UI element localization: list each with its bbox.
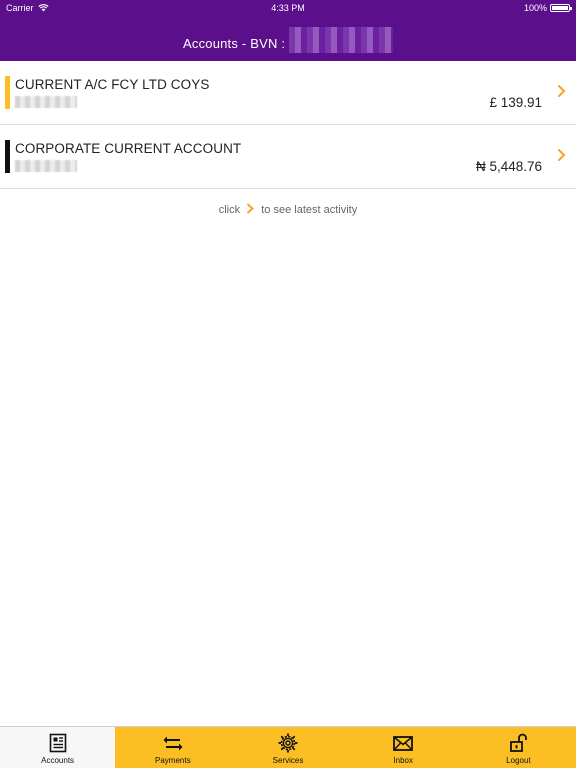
tab-payments[interactable]: Payments [115, 727, 231, 768]
hint-text-before: click [218, 204, 241, 216]
header-title-text: Accounts - BVN : [183, 36, 286, 51]
chevron-right-icon [247, 203, 255, 214]
status-time: 4:33 PM [271, 3, 305, 13]
chevron-right-icon[interactable] [556, 83, 568, 99]
app-screen: Carrier 4:33 PM 100% Accounts - BVN : CU… [0, 0, 576, 768]
tab-label: Inbox [393, 756, 413, 765]
tab-label: Payments [155, 756, 191, 765]
envelope-icon [393, 736, 414, 751]
tab-services[interactable]: Services [230, 727, 346, 768]
bvn-redacted-value [289, 27, 393, 54]
battery-icon [550, 4, 572, 12]
tab-label: Logout [506, 756, 531, 765]
account-balance: ₦ 5,448.76 [475, 159, 542, 174]
account-name: CORPORATE CURRENT ACCOUNT [15, 141, 242, 156]
tab-label: Services [272, 756, 304, 765]
status-right: 100% [523, 3, 572, 13]
gear-icon [278, 733, 298, 753]
account-row[interactable]: CURRENT A/C FCY LTD COYS £ 139.91 [0, 61, 576, 125]
chevron-right-icon[interactable] [556, 147, 568, 163]
account-number-redacted [15, 160, 77, 172]
account-accent-bar [5, 76, 10, 109]
accounts-icon [49, 733, 66, 753]
account-name: CURRENT A/C FCY LTD COYS [15, 77, 210, 92]
account-row[interactable]: CORPORATE CURRENT ACCOUNT ₦ 5,448.76 [0, 125, 576, 189]
hint-text-after: to see latest activity [261, 204, 358, 216]
activity-hint: click to see latest activity [0, 203, 576, 216]
account-number-redacted [15, 96, 77, 108]
status-bar: Carrier 4:33 PM 100% [0, 0, 576, 16]
tab-logout[interactable]: Logout [460, 727, 576, 768]
tab-inbox[interactable]: Inbox [345, 727, 461, 768]
header-bar: Accounts - BVN : [0, 16, 576, 61]
bottom-tab-bar: Accounts Payments Services Inbox Logout [0, 726, 576, 768]
page-title: Accounts - BVN : [0, 27, 576, 54]
account-balance: £ 139.91 [489, 95, 542, 110]
tab-accounts[interactable]: Accounts [0, 727, 116, 768]
tab-label: Accounts [41, 756, 75, 765]
battery-percent: 100% [523, 3, 547, 13]
transfer-arrows-icon [163, 736, 183, 751]
unlock-icon [510, 733, 528, 752]
account-accent-bar [5, 140, 10, 173]
